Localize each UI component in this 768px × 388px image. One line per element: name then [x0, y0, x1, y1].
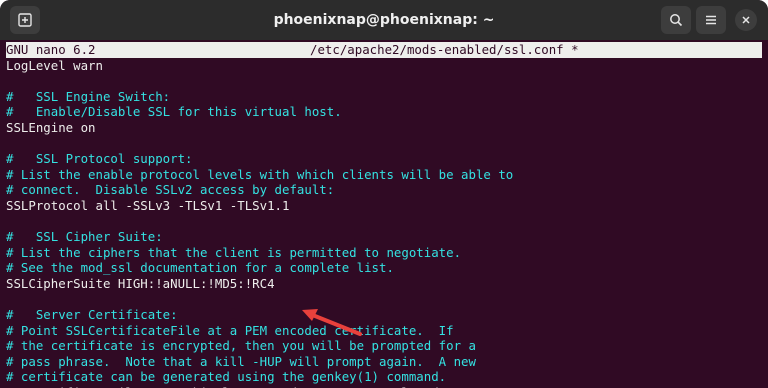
- comment-line: # connect. Disable SSLv2 access by defau…: [6, 182, 335, 198]
- new-tab-button[interactable]: [10, 6, 40, 34]
- config-line: SSLEngine on: [6, 119, 96, 135]
- comment-line: # SSL Protocol support:: [6, 151, 193, 167]
- nano-version: GNU nano 6.2: [6, 42, 96, 57]
- config-line: LogLevel warn: [6, 57, 103, 73]
- file-content[interactable]: LogLevel warn # SSL Engine Switch: # Enabl…: [0, 58, 768, 388]
- comment-line: # SSL Engine Switch:: [6, 88, 171, 104]
- comment-line: # Enable/Disable SSL for this virtual ho…: [6, 104, 342, 120]
- nano-filename: /etc/apache2/mods-enabled/ssl.conf *: [310, 42, 579, 57]
- close-button[interactable]: [735, 9, 757, 31]
- config-line: SSLCipherSuite HIGH:!aNULL:!MD5:!RC4: [6, 275, 275, 291]
- comment-line: # Server Certificate:: [6, 307, 178, 323]
- comment-line: # the certificate is encrypted, then you…: [6, 338, 476, 354]
- config-line: SSLProtocol all -SSLv3 -TLSv1 -TLSv1.1: [6, 197, 290, 213]
- close-icon: [742, 16, 750, 24]
- comment-line: # List the ciphers that the client is pe…: [6, 244, 462, 260]
- new-tab-icon: [18, 13, 32, 27]
- menu-button[interactable]: [696, 6, 726, 34]
- terminal-window: phoenixnap@phoenixnap: ~ GNU nano 6.2 /e…: [0, 0, 768, 388]
- title-bar: phoenixnap@phoenixnap: ~: [0, 0, 768, 40]
- annotation-arrow: [302, 309, 362, 336]
- nano-header-bar: GNU nano 6.2 /etc/apache2/mods-enabled/s…: [6, 42, 762, 58]
- comment-line: # certificate can be generated using the…: [6, 369, 447, 385]
- comment-line: # pass phrase. Note that a kill -HUP wil…: [6, 353, 476, 369]
- comment-line: # Point SSLCertificateFile at a PEM enco…: [6, 322, 454, 338]
- window-title: phoenixnap@phoenixnap: ~: [273, 12, 495, 28]
- comment-line: # See the mod_ssl documentation for a co…: [6, 260, 394, 276]
- search-icon: [670, 14, 683, 27]
- hamburger-menu-icon: [706, 15, 716, 25]
- terminal-area[interactable]: GNU nano 6.2 /etc/apache2/mods-enabled/s…: [0, 40, 768, 388]
- comment-line: # SSL Cipher Suite:: [6, 229, 163, 245]
- search-button[interactable]: [661, 6, 691, 34]
- comment-line: # List the enable protocol levels with w…: [6, 166, 514, 182]
